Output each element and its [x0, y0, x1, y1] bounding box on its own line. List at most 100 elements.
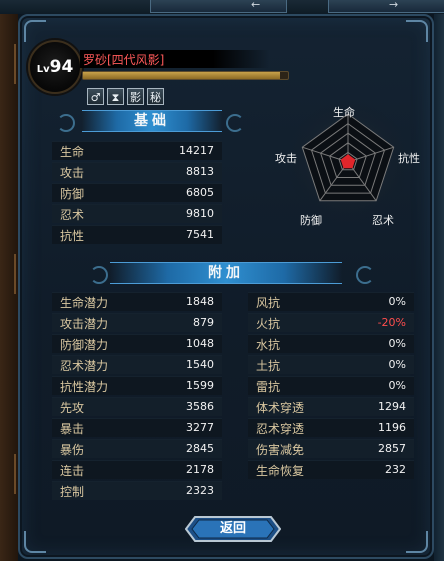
stat-row: 风抗 0%	[248, 292, 414, 311]
stat-label: 防御	[60, 187, 85, 201]
stat-value: 14217	[179, 144, 214, 157]
swirl-ornament-icon	[90, 266, 108, 284]
level-badge: Lv94	[28, 40, 82, 94]
stat-label: 雷抗	[256, 380, 281, 394]
swirl-ornament-icon	[226, 114, 244, 132]
return-button-label: 返回	[219, 521, 246, 536]
secret-glyph-icon[interactable]: 秘	[147, 88, 164, 105]
stat-value: 7541	[186, 228, 214, 241]
male-gender-icon[interactable]: ♂	[87, 88, 104, 105]
stat-value: 2857	[378, 442, 406, 455]
exp-bar-fill	[83, 72, 280, 79]
stat-row: 抗性潜力 1599	[52, 376, 222, 395]
stat-label: 生命恢复	[256, 464, 305, 478]
stat-row: 暴击 3277	[52, 418, 222, 437]
stat-row: 忍术 9810	[52, 204, 222, 223]
stat-value: 8813	[186, 165, 214, 178]
stat-value: 1599	[186, 379, 214, 392]
stat-row: 火抗 -20%	[248, 313, 414, 332]
top-tab-left: ←	[150, 0, 287, 13]
stat-label: 忍术穿透	[256, 422, 305, 436]
exp-bar	[82, 71, 289, 80]
attribute-radar: 生命 抗性 忍术 防御 攻击	[270, 100, 430, 230]
stat-value: 232	[385, 463, 406, 476]
stat-value: 0%	[388, 379, 406, 392]
stat-row: 连击 2178	[52, 460, 222, 479]
stat-value: -20%	[377, 316, 406, 329]
character-name: 罗砂[四代风影]	[83, 53, 165, 67]
stat-label: 风抗	[256, 296, 281, 310]
top-right-glyph: →	[389, 0, 399, 11]
stat-row: 控制 2323	[52, 481, 222, 500]
stat-row: 体术穿透 1294	[248, 397, 414, 416]
stat-label: 控制	[60, 485, 85, 499]
top-left-glyph: ←	[251, 0, 261, 11]
stat-label: 生命潜力	[60, 296, 109, 310]
stat-value: 2845	[186, 442, 214, 455]
stat-label: 水抗	[256, 338, 281, 352]
stat-row: 忍术穿透 1196	[248, 418, 414, 437]
stat-label: 抗性	[60, 229, 85, 243]
hourglass-icon[interactable]: ⧗	[107, 88, 124, 105]
stat-label: 忍术潜力	[60, 359, 109, 373]
status-icon-row: ♂ ⧗ 影秘	[87, 88, 164, 105]
stat-value: 1848	[186, 295, 214, 308]
stat-value: 0%	[388, 358, 406, 371]
stat-value: 0%	[388, 337, 406, 350]
stat-row: 防御 6805	[52, 183, 222, 202]
stat-label: 火抗	[256, 317, 281, 331]
radar-label-defense: 防御	[300, 214, 322, 227]
stat-value: 3277	[186, 421, 214, 434]
stat-row: 攻击潜力 879	[52, 313, 222, 332]
level-prefix: Lv	[36, 64, 50, 75]
stat-row: 土抗 0%	[248, 355, 414, 374]
radar-label-ninjutsu: 忍术	[372, 214, 394, 227]
radar-label-hp: 生命	[333, 106, 355, 119]
basic-section-title: 基础	[82, 110, 222, 132]
stat-row: 伤害减免 2857	[248, 439, 414, 458]
stat-row: 雷抗 0%	[248, 376, 414, 395]
basic-stats-table: 生命 14217 攻击 8813 防御 6805 忍术 9810 抗性 7541	[52, 141, 222, 246]
extra-stats-left-table: 生命潜力 1848 攻击潜力 879 防御潜力 1048 忍术潜力 1540 抗性潜力 1599 先…	[52, 292, 222, 502]
stat-value: 0%	[388, 295, 406, 308]
stat-row: 抗性 7541	[52, 225, 222, 244]
stat-row: 攻击 8813	[52, 162, 222, 181]
stat-row: 暴伤 2845	[52, 439, 222, 458]
stat-label: 防御潜力	[60, 338, 109, 352]
stat-row: 先攻 3586	[52, 397, 222, 416]
stat-value: 9810	[186, 207, 214, 220]
extra-stats-right-table: 风抗 0% 火抗 -20% 水抗 0% 土抗 0% 雷抗 0% 体术穿透 1294 忍术穿透 1196 伤害…	[248, 292, 414, 481]
stat-value: 6805	[186, 186, 214, 199]
stat-label: 暴伤	[60, 443, 85, 457]
stat-label: 先攻	[60, 401, 85, 415]
stat-row: 防御潜力 1048	[52, 334, 222, 353]
stat-label: 抗性潜力	[60, 380, 109, 394]
stat-label: 体术穿透	[256, 401, 305, 415]
stat-value: 3586	[186, 400, 214, 413]
right-side-frame	[434, 14, 444, 561]
stat-row: 生命恢复 232	[248, 460, 414, 479]
stat-row: 生命潜力 1848	[52, 292, 222, 311]
extra-section-title: 附加	[110, 262, 342, 284]
stat-value: 1196	[378, 421, 406, 434]
swirl-ornament-icon	[356, 266, 374, 284]
level-number: 94	[49, 57, 74, 77]
stat-label: 暴击	[60, 422, 85, 436]
top-tab-right: →	[328, 0, 444, 13]
stat-label: 攻击潜力	[60, 317, 109, 331]
return-button[interactable]: 返回	[185, 516, 281, 542]
stat-row: 水抗 0%	[248, 334, 414, 353]
stat-label: 土抗	[256, 359, 281, 373]
stat-value: 879	[193, 316, 214, 329]
radar-label-attack: 攻击	[275, 152, 297, 165]
radar-label-resistance: 抗性	[398, 152, 420, 165]
stat-value: 2323	[186, 484, 214, 497]
shadow-glyph-icon[interactable]: 影	[127, 88, 144, 105]
left-side-frame	[0, 14, 18, 561]
stat-value: 1048	[186, 337, 214, 350]
stat-value: 2178	[186, 463, 214, 476]
stat-row: 忍术潜力 1540	[52, 355, 222, 374]
stat-row: 生命 14217	[52, 141, 222, 160]
swirl-ornament-icon	[57, 114, 75, 132]
stat-label: 生命	[60, 145, 85, 159]
